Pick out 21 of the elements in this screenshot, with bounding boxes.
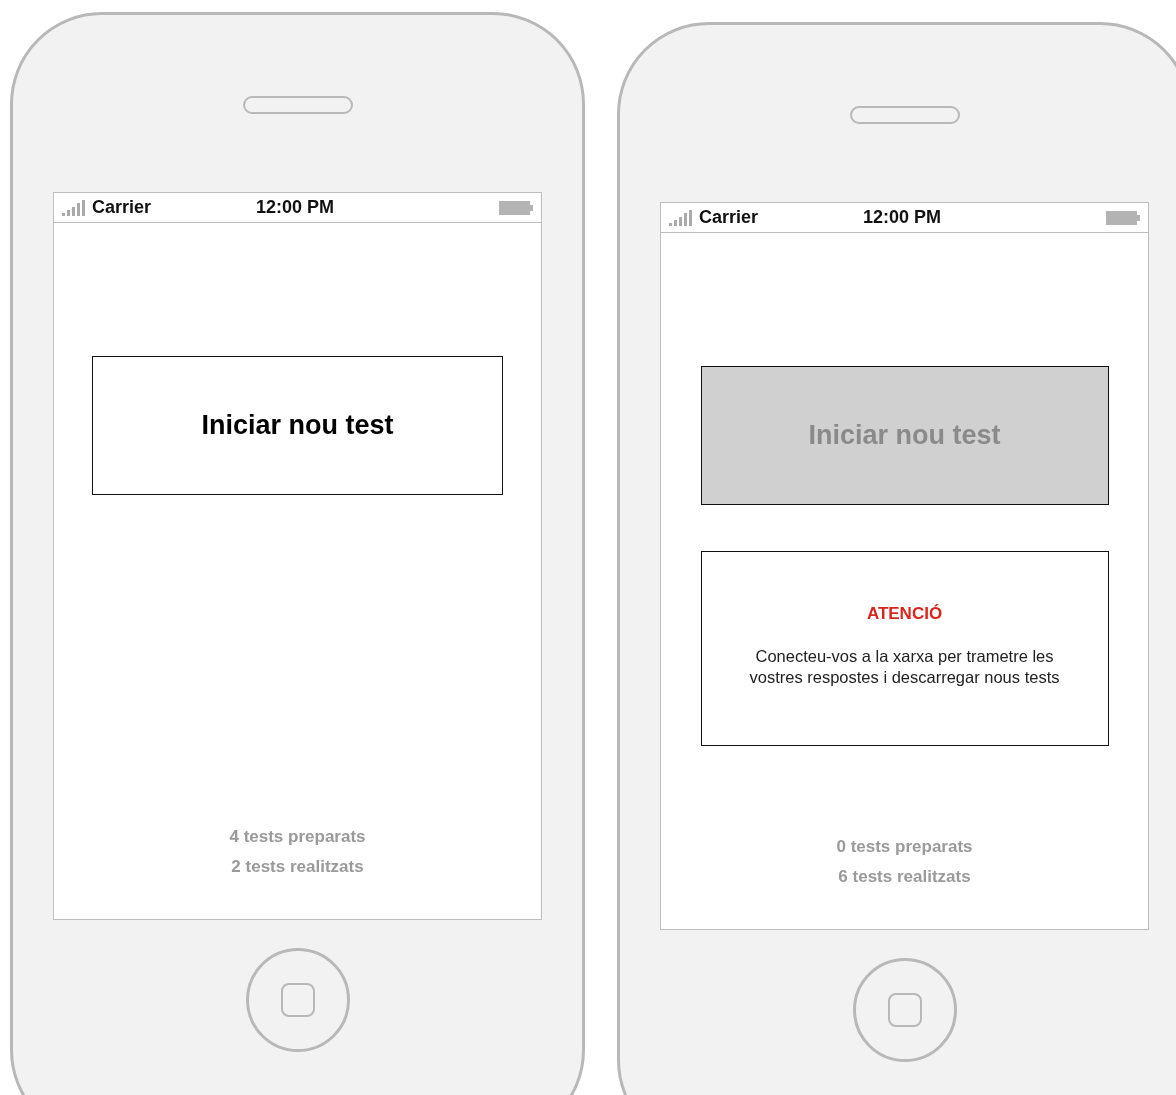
battery-icon <box>499 200 533 215</box>
test-count: 2 tests realitzats <box>231 857 364 877</box>
test-count: 6 tests realitzats <box>838 867 971 887</box>
home-button[interactable] <box>852 958 957 1062</box>
status-time: 12:00 PM <box>863 207 942 228</box>
alert-message: Conecteu-vos a la xarxa per trametre les vostres respostes i descarregar nous tests <box>748 646 1061 688</box>
start-test-button[interactable]: Iniciar nou test <box>92 356 503 495</box>
test-count: 4 tests preparats <box>229 827 366 847</box>
signal-icon <box>669 209 695 226</box>
alert-title: ATENCIÓ <box>866 604 943 624</box>
square-icon <box>280 983 315 1017</box>
battery-icon <box>1106 210 1140 225</box>
square-icon <box>887 993 922 1027</box>
speaker-icon <box>242 96 353 114</box>
home-button[interactable] <box>245 948 350 1052</box>
speaker-icon <box>849 106 960 124</box>
signal-icon <box>62 199 88 216</box>
test-count: 0 tests preparats <box>836 837 973 857</box>
carrier-label: Carrier <box>699 207 759 228</box>
status-time: 12:00 PM <box>256 197 335 218</box>
carrier-label: Carrier <box>92 197 152 218</box>
